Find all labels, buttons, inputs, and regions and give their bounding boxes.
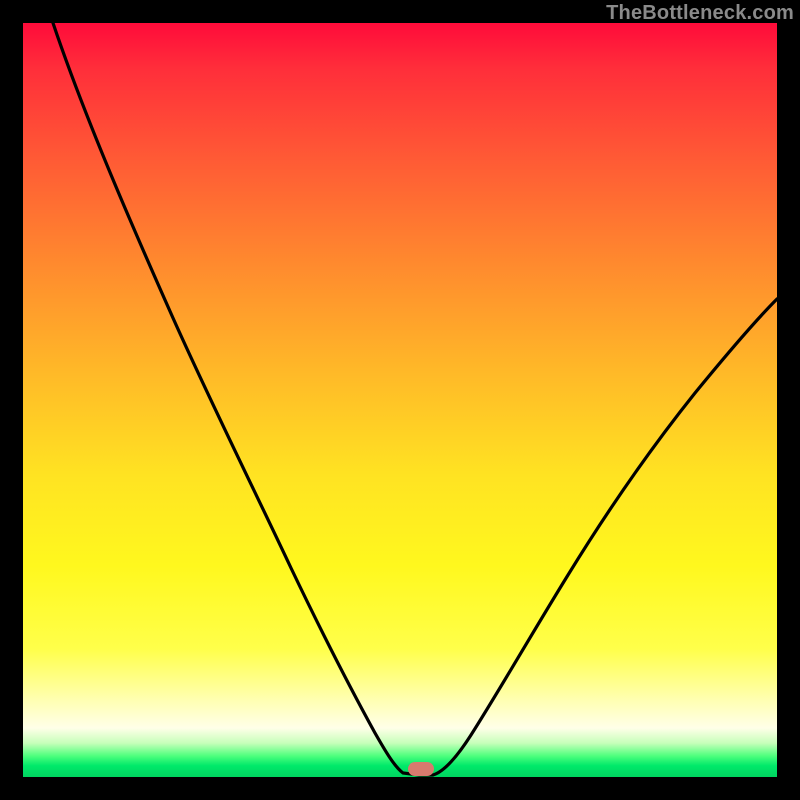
plot-container xyxy=(23,23,777,777)
optimal-point-marker xyxy=(408,762,434,776)
chart-frame: TheBottleneck.com xyxy=(0,0,800,800)
watermark-text: TheBottleneck.com xyxy=(606,2,794,25)
plot-gradient-background xyxy=(23,23,777,777)
